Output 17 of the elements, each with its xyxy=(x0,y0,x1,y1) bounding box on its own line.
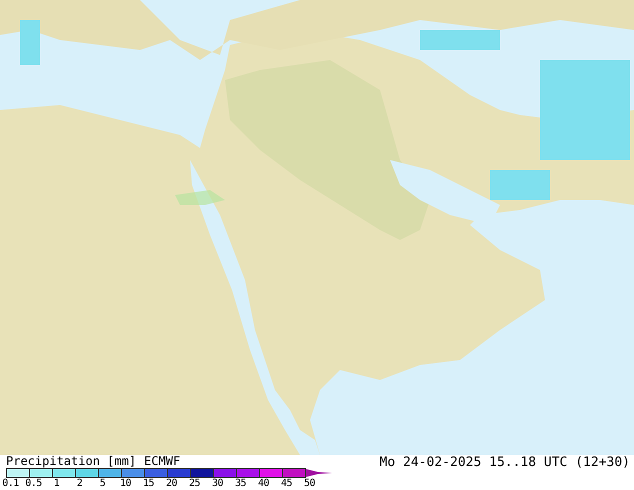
scale-tick-label: 10 xyxy=(118,478,132,489)
valid-time: Mo 24-02-2025 15..18 UTC (12+30) xyxy=(380,455,630,472)
scale-tick-label: 2 xyxy=(76,478,84,489)
scale-tick-label: 50 xyxy=(302,478,316,489)
scale-tick-label: 30 xyxy=(210,478,224,489)
legend-title: Precipitation [mm] xyxy=(6,455,136,468)
scale-tick-label: 15 xyxy=(142,478,156,489)
scale-tick-label: 35 xyxy=(234,478,248,489)
model-name: ECMWF xyxy=(144,455,180,468)
scale-tick-label: 45 xyxy=(280,478,294,489)
scale-tick-label: 20 xyxy=(164,478,178,489)
scale-tick-label: 0.1 xyxy=(1,478,20,489)
scale-tick-label: 40 xyxy=(256,478,270,489)
scale-tick-label: 0.5 xyxy=(24,478,43,489)
scale-tick-label: 1 xyxy=(52,478,60,489)
scale-tick-label: 5 xyxy=(98,478,106,489)
scale-tick-label: 25 xyxy=(188,478,202,489)
